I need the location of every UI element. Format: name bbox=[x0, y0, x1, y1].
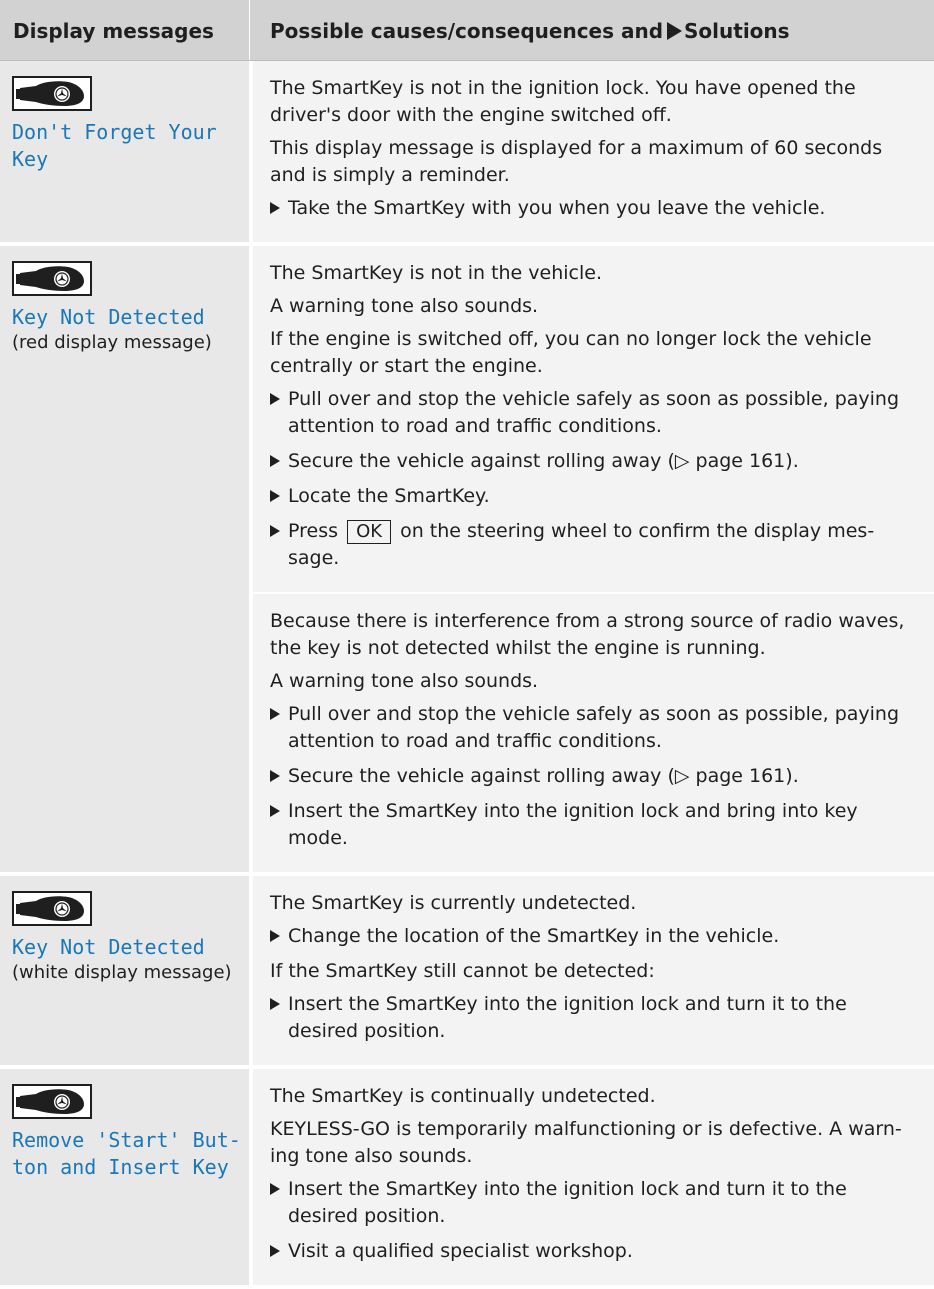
cause-block: The SmartKey is not in the ignition lock… bbox=[253, 61, 934, 242]
display-message-cell: Key Not Detected (white display mes­sage) bbox=[0, 876, 249, 1065]
instruction-step: Insert the SmartKey into the ignition lo… bbox=[270, 798, 916, 852]
display-message-text: Key Not Detected bbox=[12, 305, 205, 329]
description-text: The SmartKey is not in the ignition lock… bbox=[270, 77, 856, 126]
instruction-step: Insert the SmartKey into the ignition lo… bbox=[270, 991, 916, 1045]
step-text: Press bbox=[288, 520, 339, 542]
header-solutions-text: Solutions bbox=[684, 19, 790, 43]
display-message-cell: Remove 'Start' But­ton and Insert Key bbox=[0, 1069, 249, 1285]
instruction-step: Visit a qualified specialist workshop. bbox=[270, 1238, 916, 1265]
display-message-note: (white display mes­sage) bbox=[12, 962, 232, 983]
instruction-step: Secure the vehicle against rolling away … bbox=[270, 448, 916, 475]
instruction-step: Insert the SmartKey into the ignition lo… bbox=[270, 1176, 916, 1230]
table-body: Don't Forget Your Key The SmartKey is not… bbox=[0, 61, 934, 1289]
description-text: The SmartKey is currently undetected. bbox=[270, 892, 637, 914]
smartkey-icon bbox=[12, 261, 241, 296]
causes-solutions-cell: The SmartKey is not in the ignition lock… bbox=[249, 61, 934, 242]
cause-block: The SmartKey is continually undetected. K… bbox=[253, 1069, 934, 1285]
causes-solutions-cell: The SmartKey is continually undetected. K… bbox=[249, 1069, 934, 1285]
instruction-step: Press OK on the steering wheel to confir… bbox=[270, 518, 916, 572]
display-message-cell: Key Not Detected (red display message) bbox=[0, 246, 249, 872]
display-message-text: Key Not Detected bbox=[12, 935, 205, 959]
description-text: KEYLESS-GO is temporarily malfunctioning… bbox=[270, 1118, 902, 1167]
cause-block: The SmartKey is currently undetected. Cha… bbox=[253, 876, 934, 1065]
description-text: The SmartKey is not in the vehicle. bbox=[270, 262, 602, 284]
display-message-text: Don't Forget Your Key bbox=[12, 120, 217, 171]
cause-block: The SmartKey is not in the vehicle. A war… bbox=[253, 246, 934, 592]
smartkey-icon bbox=[12, 1084, 241, 1119]
display-message-text: Remove 'Start' But­ton and Insert Key bbox=[12, 1128, 241, 1179]
causes-solutions-cell: The SmartKey is currently undetected. Cha… bbox=[249, 876, 934, 1065]
instruction-step: Change the location of the SmartKey in t… bbox=[270, 923, 916, 950]
description-text: A warning tone also sounds. bbox=[270, 670, 539, 692]
instruction-step: Locate the SmartKey. bbox=[270, 483, 916, 510]
table-row: Key Not Detected (white display mes­sage)… bbox=[0, 876, 934, 1069]
table-row: Key Not Detected (red display message) The… bbox=[0, 246, 934, 876]
description-text: Because there is interference from a str… bbox=[270, 610, 905, 659]
display-messages-table: Display messages Possible causes/consequ… bbox=[0, 0, 934, 1289]
instruction-step: Pull over and stop the vehicle safely as… bbox=[270, 701, 916, 755]
instruction-step: Take the SmartKey with you when you leav… bbox=[270, 195, 916, 222]
table-row: Don't Forget Your Key The SmartKey is not… bbox=[0, 61, 934, 246]
triangle-arrow-icon bbox=[667, 22, 683, 40]
ok-button-symbol: OK bbox=[347, 520, 392, 544]
smartkey-icon bbox=[12, 891, 241, 926]
causes-solutions-cell: The SmartKey is not in the vehicle. A war… bbox=[249, 246, 934, 872]
header-causes-solutions: Possible causes/consequences and Solution… bbox=[249, 0, 934, 60]
cause-block: Because there is interference from a str… bbox=[253, 592, 934, 872]
description-text: This display message is displayed for a … bbox=[270, 137, 883, 186]
description-text: A warning tone also sounds. bbox=[270, 295, 539, 317]
table-header: Display messages Possible causes/consequ… bbox=[0, 0, 934, 61]
description-text: If the SmartKey still cannot be detected… bbox=[270, 960, 655, 982]
table-row: Remove 'Start' But­ton and Insert Key The… bbox=[0, 1069, 934, 1289]
smartkey-icon bbox=[12, 76, 241, 111]
header-causes-text: Possible causes/consequences and bbox=[270, 19, 664, 43]
description-text: If the engine is switched off, you can n… bbox=[270, 328, 872, 377]
description-text: The SmartKey is continually undetected. bbox=[270, 1085, 656, 1107]
instruction-step: Pull over and stop the vehicle safely as… bbox=[270, 386, 916, 440]
instruction-step: Secure the vehicle against rolling away … bbox=[270, 763, 916, 790]
display-message-note: (red display message) bbox=[12, 332, 212, 353]
display-message-cell: Don't Forget Your Key bbox=[0, 61, 249, 242]
header-display-messages: Display messages bbox=[13, 19, 214, 43]
